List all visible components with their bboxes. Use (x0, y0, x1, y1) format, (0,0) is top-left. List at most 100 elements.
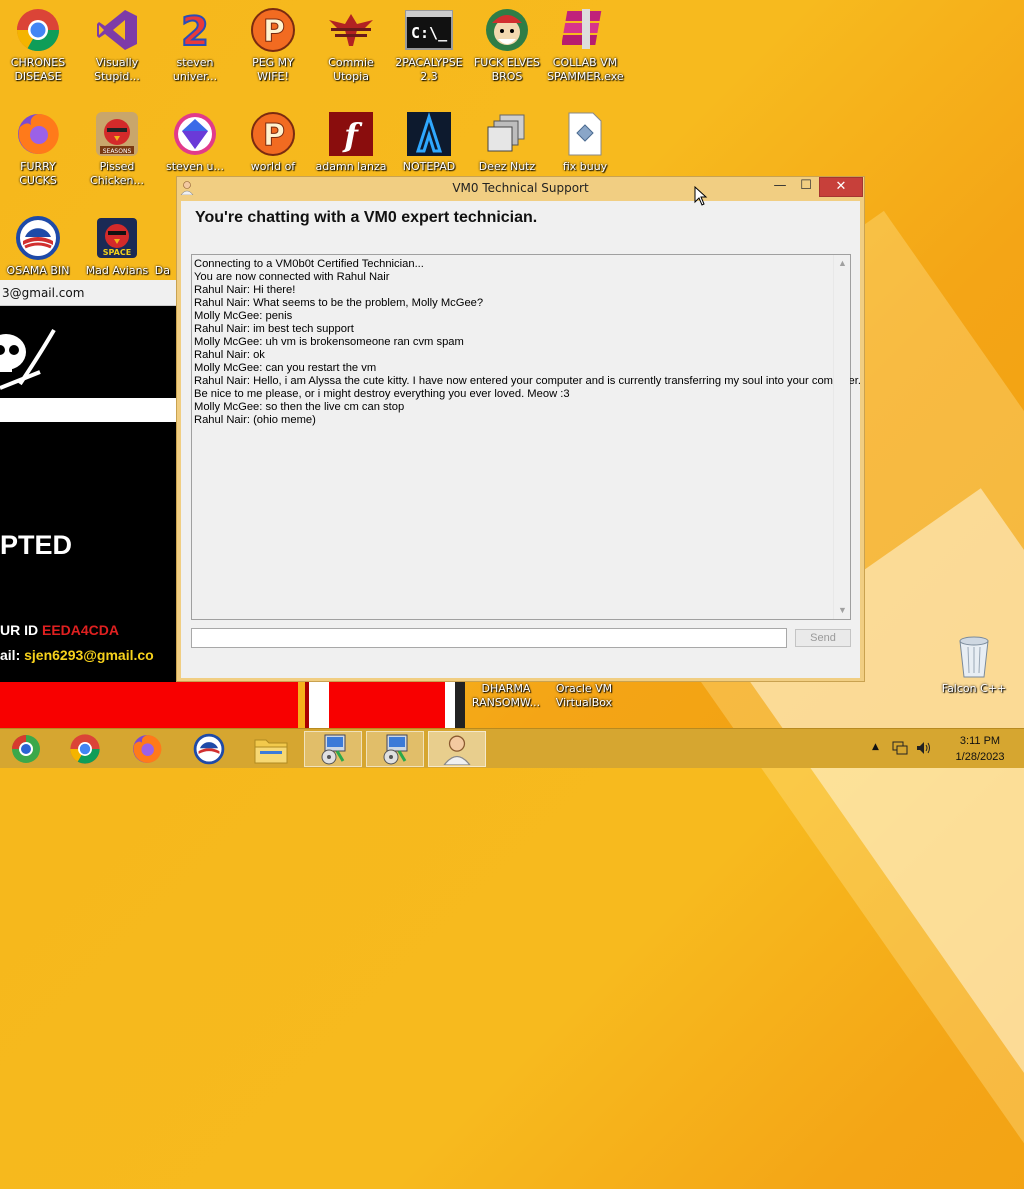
desktop-icon-commie-utopia[interactable]: Commie Utopia (313, 6, 389, 84)
desktop-icon-2pacalypse[interactable]: C:\_ 2PACALYPSE 2.3 (391, 6, 467, 84)
window-title: VM0 Technical Support (452, 181, 589, 195)
window-titlebar[interactable]: VM0 Technical Support — ☐ ✕ (177, 177, 864, 199)
partial-icon (130, 214, 176, 262)
taskbar-clock[interactable]: 3:11 PM 1/28/2023 (940, 733, 1020, 765)
cartoon-icon (483, 6, 531, 54)
steven-universe-icon: 2 (171, 6, 219, 54)
send-button[interactable]: Send (795, 629, 851, 647)
chat-line: You are now connected with Rahul Nair (194, 271, 390, 283)
svg-text:P: P (263, 14, 285, 49)
minimize-button[interactable]: — (767, 177, 793, 197)
clock-time: 3:11 PM (959, 735, 1001, 747)
desktop-icon-collab-spammer[interactable]: COLLAB VM SPAMMER.exe (547, 6, 624, 84)
chat-line: Rahul Nair: What seems to be the problem… (194, 297, 484, 309)
desktop-icon-label: Pissed Chicken... (90, 160, 144, 187)
desktop-icon-virtualbox[interactable]: Oracle VM VirtualBox (546, 682, 622, 710)
obama-logo-icon (193, 733, 225, 765)
technician-icon (443, 735, 471, 765)
taskbar-obama[interactable] (180, 731, 238, 767)
desktop-icon-adamn-lanza[interactable]: f adamn lanza (313, 110, 389, 174)
notepad-icon (405, 110, 453, 158)
flash-icon: f (327, 110, 375, 158)
desktop-icon-steven-u[interactable]: steven u... (157, 110, 233, 174)
desktop-icon-da[interactable]: Da (130, 214, 176, 278)
tray-expand-icon[interactable]: ▲ (872, 742, 879, 752)
desktop-icon-pissed-chicken[interactable]: SEASONS Pissed Chicken... (79, 110, 155, 188)
volume-icon[interactable] (916, 741, 932, 755)
desktop-icon-notepad[interactable]: NOTEPAD (391, 110, 467, 174)
taskbar-firefox[interactable] (118, 731, 176, 767)
chrome-icon (70, 734, 100, 764)
desktop-icon-label: OSAMA BIN (6, 264, 70, 277)
desktop-icon-fuck-elves[interactable]: FUCK ELVES BROS (469, 6, 545, 84)
desktop-icon-dharma[interactable]: DHARMA RANSOMW... (468, 682, 544, 710)
system-tray: ▲ (868, 729, 938, 769)
taskbar-chrome[interactable] (56, 731, 114, 767)
chat-line: Molly McGee: penis (194, 310, 293, 322)
taskbar-program-1[interactable] (304, 731, 362, 767)
firefox-icon (14, 110, 62, 158)
close-button[interactable]: ✕ (819, 177, 863, 197)
ransom-email-line: ail: sjen6293@gmail.co (0, 647, 154, 663)
desktop-icon-label: Falcon C++ (941, 682, 1007, 695)
chat-line: Be nice to me please, or i might destroy… (194, 388, 570, 400)
support-window: VM0 Technical Support — ☐ ✕ You're chatt… (176, 176, 865, 682)
scroll-up-arrow-icon[interactable]: ▲ (834, 255, 851, 272)
desktop-icon-falcon[interactable]: Falcon C++ (936, 632, 1012, 696)
eagle-emblem-icon (327, 6, 375, 54)
pirate-skull-icon (0, 328, 56, 390)
desktop-icon-label: PEG MY WIFE! (252, 56, 294, 83)
desktop-icon-osama-bin[interactable]: OSAMA BIN (0, 214, 76, 278)
chat-line: Rahul Nair: Hello, i am Alyssa the cute … (194, 375, 861, 387)
installer-icon (383, 734, 408, 765)
desktop-icon-label: Deez Nutz (478, 160, 536, 173)
maximize-button[interactable]: ☐ (793, 177, 819, 197)
chat-scrollbar[interactable]: ▲ ▼ (833, 255, 850, 619)
chat-log[interactable]: Connecting to a VM0b0t Certified Technic… (191, 254, 861, 620)
svg-text:SEASONS: SEASONS (103, 148, 132, 155)
desktop-icon-steven-universe[interactable]: 2 steven univer... (157, 6, 233, 84)
red-bar-left (0, 682, 298, 728)
gem-icon (171, 110, 219, 158)
taskbar-explorer[interactable] (242, 731, 300, 767)
taskbar: ▲ 3:11 PM 1/28/2023 (0, 728, 1024, 768)
desktop-icon-world-of[interactable]: P world of (235, 110, 311, 174)
desktop-icon-label: world of (250, 160, 296, 173)
ransom-email-label: ail: (0, 647, 25, 663)
chat-line: Molly McGee: so then the live cm can sto… (194, 401, 405, 413)
svg-text:2: 2 (181, 9, 209, 53)
chat-line: Rahul Nair: Hi there! (194, 284, 296, 296)
desktop-icon-visual-studio[interactable]: Visually Stupid... (79, 6, 155, 84)
svg-text:C:\_: C:\_ (411, 24, 448, 42)
message-input[interactable] (191, 628, 787, 648)
taskbar-program-2[interactable] (366, 731, 424, 767)
desktop-icon-label: Da (154, 264, 170, 277)
desktop-icon-peggle[interactable]: P PEG MY WIFE! (235, 6, 311, 84)
desktop-icon-furry[interactable]: FURRY CUCKS (0, 110, 76, 188)
desktop-icon-label: DHARMA RANSOMW... (471, 682, 541, 709)
scroll-down-arrow-icon[interactable]: ▼ (834, 602, 851, 619)
angry-birds-seasons-icon: SEASONS (93, 110, 141, 158)
chat-line: Connecting to a VM0b0t Certified Technic… (194, 258, 424, 270)
red-bar-right (329, 682, 445, 728)
desktop-icon-label: steven univer... (172, 56, 218, 83)
script-icon (561, 110, 609, 158)
window-client: You're chatting with a VM0 expert techni… (181, 201, 861, 678)
taskbar-support-chat[interactable] (428, 731, 486, 767)
ransom-id-label: UR ID (0, 622, 42, 638)
ransom-title: PTED (0, 530, 73, 560)
desktop-icon-label: steven u... (165, 160, 225, 173)
network-icon[interactable] (892, 741, 908, 755)
taskbar-start-button[interactable] (0, 731, 52, 767)
desktop-icon-label: Visually Stupid... (94, 56, 140, 83)
desktop-icon-chrones[interactable]: CHRONES DISEASE (0, 6, 76, 84)
desktop-icon-deez-nutz[interactable]: Deez Nutz (469, 110, 545, 174)
recycle-bin-icon (950, 632, 998, 680)
ransom-id-line: UR ID EEDA4CDA (0, 622, 119, 638)
visual-studio-icon (93, 6, 141, 54)
desktop-icon-fix-buuy[interactable]: fix buuy (547, 110, 623, 174)
cmd-icon: C:\_ (405, 6, 453, 54)
chat-header: You're chatting with a VM0 expert techni… (195, 209, 538, 226)
desktop-icon-label: Oracle VM VirtualBox (555, 682, 613, 709)
chat-line: Molly McGee: can you restart the vm (194, 362, 377, 374)
